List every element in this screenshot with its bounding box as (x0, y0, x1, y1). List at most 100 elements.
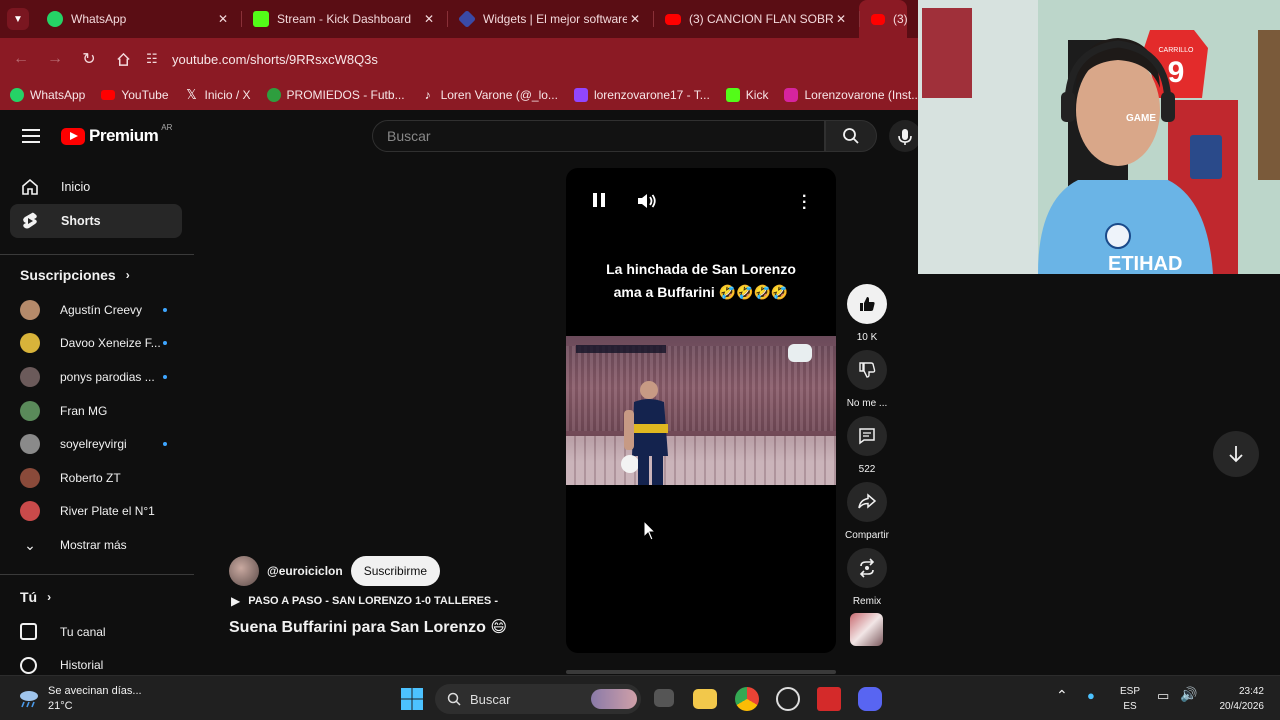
sidebar-item-inicio[interactable]: Inicio (10, 170, 182, 204)
subscription-item[interactable]: River Plate el N°1 (0, 495, 194, 529)
you-heading[interactable]: Tú › (0, 579, 194, 615)
close-icon[interactable]: ✕ (421, 12, 437, 26)
remix-button[interactable]: Remix (844, 548, 890, 607)
pause-button[interactable] (592, 192, 606, 213)
show-more-button[interactable]: ⌄ Mostrar más (0, 528, 194, 562)
like-button[interactable]: 10 K (844, 284, 890, 343)
subscription-item[interactable]: Davoo Xeneize F... (0, 327, 194, 361)
tab-whatsapp[interactable]: WhatsApp ✕ (35, 0, 241, 38)
bookmark-twitch[interactable]: lorenzovarone17 - T... (573, 88, 710, 102)
next-short-preview (566, 670, 836, 674)
screen: ▼ WhatsApp ✕ Stream - Kick Dashboard ✕ W… (0, 0, 1280, 720)
discord-icon[interactable] (858, 687, 882, 711)
video-caption: La hinchada de San Lorenzo ama a Buffari… (566, 258, 836, 304)
menu-icon[interactable] (22, 129, 40, 143)
subscription-item[interactable]: ponys parodias ... (0, 360, 194, 394)
kick-icon (725, 88, 740, 102)
site-info-icon[interactable]: ☷ (146, 51, 172, 67)
music-title: PASO A PASO - SAN LORENZO 1-0 TALLERES - (248, 595, 498, 607)
comments-button[interactable]: 522 (844, 416, 890, 475)
new-content-dot (163, 442, 167, 447)
close-icon[interactable]: ✕ (833, 12, 849, 26)
subscription-item[interactable]: Fran MG (0, 394, 194, 428)
comment-icon (847, 416, 887, 456)
caption-line-1: La hinchada de San Lorenzo (606, 261, 796, 277)
bookmark-x[interactable]: 𝕏 Inicio / X (185, 88, 250, 103)
close-icon[interactable]: ✕ (627, 12, 643, 26)
you-title: Tú (20, 588, 38, 605)
subscription-item[interactable]: Agustín Creevy (0, 293, 194, 327)
advertising-fence (566, 436, 836, 485)
volume-icon (638, 194, 656, 208)
channel-name[interactable]: @euroiciclon (267, 564, 343, 578)
taskbar-search[interactable]: Buscar (435, 684, 641, 714)
tray-overflow-icon[interactable]: ⌃ (1056, 688, 1068, 703)
bookmark-instagram[interactable]: Lorenzovarone (Inst... (784, 88, 918, 102)
shorts-player[interactable]: · · · La hinchada de San Lorenzo ama a Buf… (566, 168, 836, 653)
voice-search-button[interactable] (889, 120, 921, 152)
youtube-premium-logo[interactable]: Premium AR (61, 123, 172, 146)
channel-avatar[interactable] (229, 556, 259, 586)
bookmark-kick[interactable]: Kick (725, 88, 769, 102)
video-frame (566, 336, 836, 485)
subscription-item[interactable]: Roberto ZT (0, 461, 194, 495)
bookmark-label: lorenzovarone17 - T... (593, 88, 710, 102)
tab-widgets[interactable]: Widgets | El mejor software para ✕ (447, 0, 653, 38)
home-button[interactable] (106, 42, 140, 76)
share-label: Compartir (845, 530, 889, 541)
bookmark-label: Kick (745, 88, 769, 102)
volume-button[interactable] (636, 192, 658, 215)
subscribe-button[interactable]: Suscribirme (350, 556, 441, 586)
microphone-icon[interactable]: ● (1087, 688, 1095, 703)
forward-button[interactable]: → (38, 42, 72, 76)
bookmark-promiedos[interactable]: PROMIEDOS - Futb... (266, 88, 405, 102)
jersey-number: 9 (1168, 56, 1185, 89)
bookmark-tiktok[interactable]: ♪ Loren Varone (@_lo... (421, 88, 558, 102)
music-link[interactable]: ▶ PASO A PASO - SAN LORENZO 1-0 TALLERES… (231, 594, 498, 608)
subscription-item[interactable]: soyelreyvirgi (0, 427, 194, 461)
share-button[interactable]: Compartir (844, 482, 890, 541)
chrome-icon[interactable] (735, 687, 759, 711)
app-icon[interactable] (776, 687, 800, 711)
tab-search-button[interactable]: ▼ (7, 8, 29, 30)
back-button[interactable]: ← (4, 42, 38, 76)
task-view-icon[interactable] (654, 689, 674, 707)
avatar (20, 400, 40, 421)
tiktok-icon: ♪ (424, 88, 431, 102)
whatsapp-icon (10, 88, 24, 102)
next-short-button[interactable] (1213, 431, 1259, 477)
reload-button[interactable]: ↻ (72, 42, 106, 76)
new-content-dot (163, 341, 167, 346)
scoreboard-graphic (576, 345, 666, 353)
subscription-name: soyelreyvirgi (60, 437, 127, 452)
youtube-icon (101, 90, 116, 100)
subscriptions-heading[interactable]: Suscripciones › (0, 257, 194, 293)
address-bar[interactable]: ☷ youtube.com/shorts/9RRsxcW8Q3s (146, 43, 918, 75)
channel-info: @euroiciclon Suscribirme (229, 556, 441, 586)
streamer-webcam-image: 9 CARRILLO ETIHAD GAME (918, 0, 1280, 274)
home-icon (116, 52, 130, 66)
avatar (20, 501, 40, 522)
audio-source-thumbnail[interactable] (850, 613, 883, 646)
tab-active-shorts[interactable]: (3) S (859, 0, 907, 38)
clock[interactable]: 23:42 20/4/2026 (1208, 684, 1265, 714)
arrow-down-icon (1229, 446, 1243, 463)
weather-widget[interactable]: Se avecinan días... 21°C (18, 684, 142, 714)
bookmark-youtube[interactable]: YouTube (101, 88, 169, 102)
tab-cancion-flan[interactable]: (3) CANCION FLAN SOBRINO ✕ (653, 0, 859, 38)
streaming-app-icon[interactable] (817, 687, 841, 711)
file-explorer-icon[interactable] (693, 689, 717, 709)
network-icon[interactable]: ▭ (1157, 688, 1169, 703)
start-button[interactable] (400, 687, 424, 711)
dislike-button[interactable]: No me ... (844, 350, 890, 409)
volume-icon[interactable]: 🔊 (1180, 687, 1197, 702)
search-button[interactable] (825, 120, 877, 152)
search-input[interactable]: Buscar (372, 120, 825, 152)
sidebar-item-tu-canal[interactable]: Tu canal (0, 615, 194, 649)
tab-kick-dashboard[interactable]: Stream - Kick Dashboard ✕ (241, 0, 447, 38)
language-indicator[interactable]: ESP ES (1120, 684, 1140, 714)
sidebar-item-shorts[interactable]: Shorts (10, 204, 182, 238)
close-icon[interactable]: ✕ (215, 12, 231, 26)
bookmark-whatsapp[interactable]: WhatsApp (10, 88, 85, 102)
more-options-icon[interactable]: · · · (802, 189, 807, 217)
